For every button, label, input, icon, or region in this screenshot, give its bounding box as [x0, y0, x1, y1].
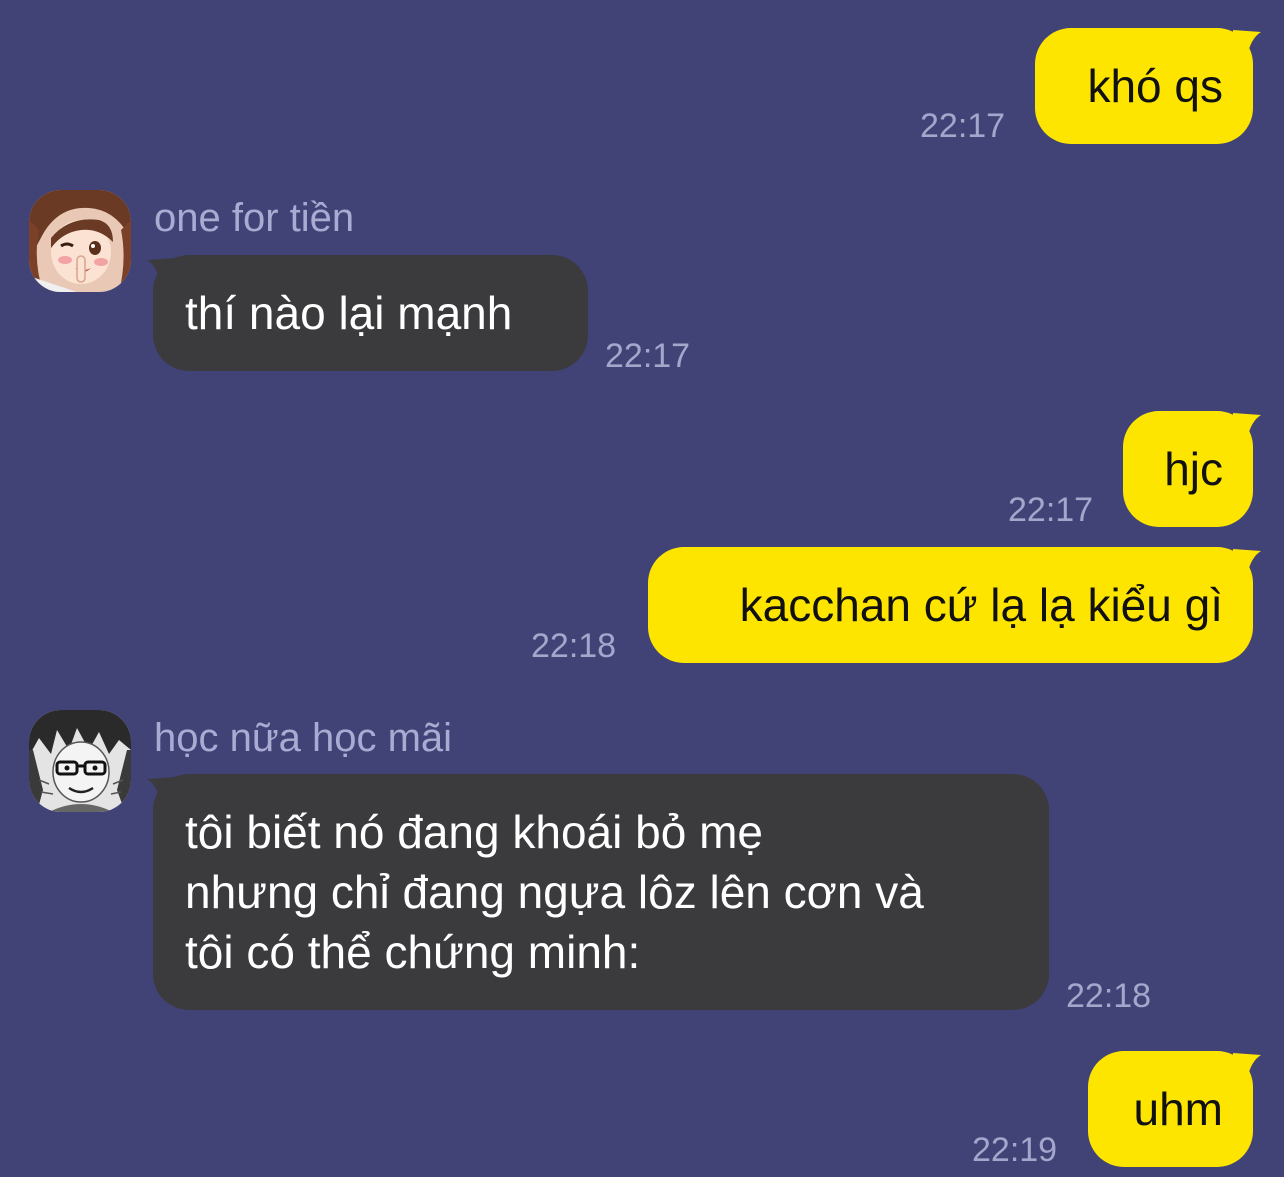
message-timestamp: 22:19	[972, 1131, 1058, 1169]
message-timestamp: 22:17	[605, 337, 691, 375]
chat-conversation: khó qs 22:17 one for tiền thí nào lại mạ…	[0, 0, 1284, 1177]
anime-girl-avatar-icon	[29, 190, 131, 292]
message-timestamp: 22:17	[1008, 491, 1094, 529]
message-text: uhm	[1133, 1083, 1223, 1135]
message-text: khó qs	[1087, 60, 1223, 112]
message-text-line: tôi có thể chứng minh:	[185, 926, 641, 978]
message-bubble[interactable]: tôi biết nó đang khoái bỏ mẹ nhưng chỉ đ…	[153, 774, 1049, 1010]
message-bubble[interactable]: uhm	[1088, 1051, 1253, 1167]
manga-character-avatar-icon	[29, 710, 131, 812]
message-timestamp: 22:18	[531, 627, 617, 665]
message-bubble[interactable]: khó qs	[1035, 28, 1253, 144]
message-text: thí nào lại mạnh	[185, 287, 513, 339]
sender-avatar[interactable]	[29, 710, 131, 812]
message-text: hjc	[1164, 443, 1223, 495]
sender-name: học nữa học mãi	[154, 716, 453, 760]
message-timestamp: 22:18	[1066, 977, 1152, 1015]
sender-name: one for tiền	[154, 196, 355, 240]
message-bubble[interactable]: hjc	[1123, 411, 1253, 527]
message-text-line: nhưng chỉ đang ngựa lôz lên cơn và	[185, 866, 924, 918]
message-bubble[interactable]: thí nào lại mạnh	[153, 255, 588, 371]
sender-avatar[interactable]	[29, 190, 131, 292]
message-timestamp: 22:17	[920, 107, 1006, 145]
message-text-line: tôi biết nó đang khoái bỏ mẹ	[185, 806, 763, 858]
message-text: kacchan cứ lạ lạ kiểu gì	[739, 579, 1223, 631]
message-bubble[interactable]: kacchan cứ lạ lạ kiểu gì	[648, 547, 1253, 663]
